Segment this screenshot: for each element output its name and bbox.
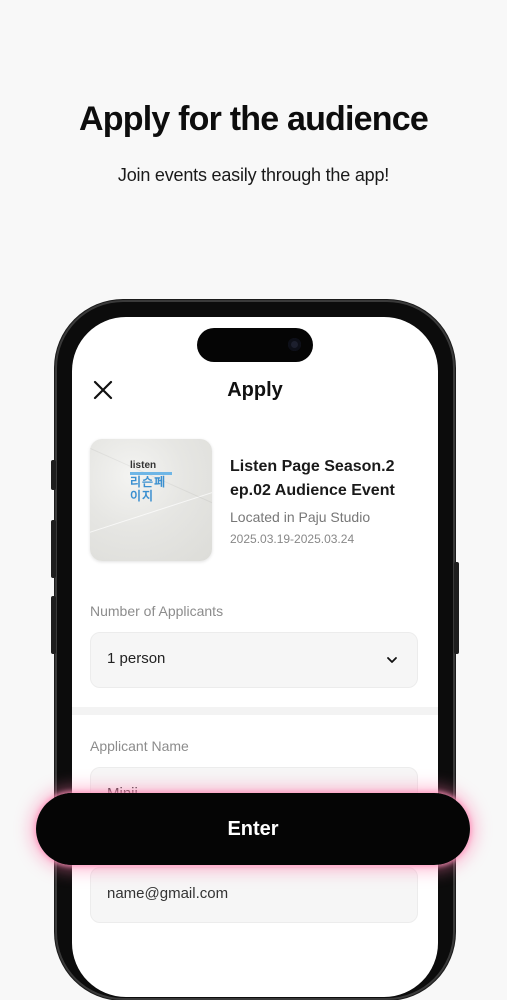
section-divider	[72, 707, 438, 715]
email-value: name@gmail.com	[107, 885, 229, 902]
email-input[interactable]: name@gmail.com	[90, 867, 418, 923]
hero-title: Apply for the audience	[79, 100, 429, 138]
hero-subtitle: Join events easily through the app!	[117, 165, 390, 185]
phone-volume-down-button	[51, 596, 56, 654]
phone-frame: Apply listen 리슨페이지 Listen Page Season.2 …	[51, 300, 459, 1000]
dynamic-island	[197, 328, 313, 362]
event-thumbnail: listen 리슨페이지	[90, 439, 212, 561]
event-logo: listen 리슨페이지	[130, 461, 176, 503]
applicant-name-label: Applicant Name	[90, 738, 189, 754]
phone-screen: Apply listen 리슨페이지 Listen Page Season.2 …	[72, 317, 438, 997]
applicants-select[interactable]: 1 person	[90, 632, 418, 688]
event-logo-en: listen	[130, 460, 157, 471]
applicants-value: 1 person	[107, 650, 166, 667]
event-title: Listen Page Season.2 ep.02 Audience Even…	[230, 458, 395, 499]
apply-nav-bar: Apply	[72, 373, 438, 409]
phone-action-button	[51, 460, 56, 490]
phone-volume-up-button	[51, 520, 56, 578]
enter-button[interactable]: Enter	[36, 793, 470, 865]
applicants-label: Number of Applicants	[90, 603, 224, 619]
event-dates: 2025.03.19-2025.03.24	[230, 532, 355, 546]
camera-icon	[288, 338, 301, 351]
event-location: Located in Paju Studio	[230, 509, 371, 525]
page-title: Apply	[227, 379, 283, 401]
event-logo-kr: 리슨페이지	[130, 475, 167, 503]
phone-power-button	[454, 562, 459, 654]
chevron-down-icon	[387, 657, 397, 663]
event-summary: listen 리슨페이지 Listen Page Season.2 ep.02 …	[90, 439, 420, 563]
